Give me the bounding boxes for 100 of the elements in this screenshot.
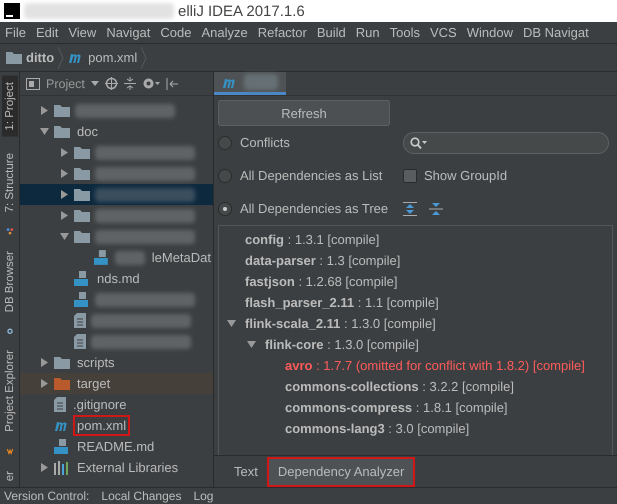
library-bars-icon [54, 460, 70, 474]
dependency-label[interactable]: commons-collections : 3.2.2 [compile] [285, 379, 514, 394]
expand-arrow-icon[interactable] [40, 106, 49, 115]
menu-item[interactable]: View [63, 25, 102, 40]
expand-arrow-icon[interactable] [60, 148, 69, 157]
dependency-label[interactable]: flink-scala_2.11 : 1.3.0 [compile] [245, 316, 436, 331]
collapse-all-icon[interactable] [429, 202, 443, 216]
tree-row[interactable]: leMetaDat [20, 247, 213, 268]
radio-label: All Dependencies as List [240, 168, 382, 183]
tree-item-label: External Libraries [76, 459, 180, 476]
tree-row[interactable]: External Libraries [20, 457, 213, 478]
menu-item[interactable]: Code [155, 25, 196, 40]
radio-button[interactable] [218, 136, 232, 150]
folder-icon [74, 209, 90, 222]
folder-icon [74, 230, 90, 243]
tree-row[interactable]: nds.md [20, 268, 213, 289]
collapse-arrow-icon[interactable] [40, 127, 49, 136]
status-bar-item[interactable]: Log [189, 489, 222, 503]
chevron-icon [141, 46, 148, 68]
hide-panel-icon[interactable] [166, 78, 178, 90]
menu-item[interactable]: Refactor [252, 25, 312, 40]
expand-arrow-icon[interactable] [60, 211, 69, 220]
menu-item[interactable]: VCS [425, 25, 462, 40]
text-file-icon [74, 313, 86, 328]
tree-item-label: README.md [76, 438, 156, 455]
menu-item[interactable]: Edit [30, 25, 64, 40]
project-view-icon [26, 78, 40, 90]
expand-arrow-icon[interactable] [40, 463, 49, 472]
mode-radio[interactable]: All Dependencies as List [218, 168, 403, 183]
folder-icon [54, 125, 70, 138]
expand-arrow-icon[interactable] [40, 379, 49, 388]
expand-arrow-icon[interactable] [60, 190, 69, 199]
settings-icon[interactable] [142, 77, 160, 90]
editor-view-tab[interactable]: Dependency Analyzer [268, 458, 414, 486]
markdown-file-icon [94, 250, 110, 265]
tree-row[interactable]: .gitignore [20, 394, 213, 415]
menu-item[interactable]: File [0, 25, 31, 40]
radio-button[interactable] [218, 202, 232, 216]
dependency-label[interactable]: data-parser : 1.3 [compile] [245, 253, 400, 268]
expand-all-icon[interactable] [403, 202, 417, 216]
menu-item[interactable]: Window [462, 25, 518, 40]
tree-row[interactable] [20, 184, 213, 205]
tree-item-label: pom.xml [75, 417, 128, 434]
collapse-arrow-icon[interactable] [227, 319, 236, 328]
tree-item-label: .gitignore [72, 396, 128, 413]
refresh-button[interactable]: Refresh [218, 100, 390, 126]
menu-item[interactable]: Analyze [196, 25, 253, 40]
search-icon [410, 136, 428, 148]
tree-row[interactable]: README.md [20, 436, 213, 457]
folder-icon [54, 356, 70, 369]
dependency-label[interactable]: commons-compress : 1.8.1 [compile] [285, 400, 508, 415]
collapse-arrow-icon[interactable] [60, 232, 69, 241]
json-file-icon [74, 292, 90, 307]
dependency-label[interactable]: avro : 1.7.7 (omitted for conflict with 1.8.2) [compile] [285, 358, 585, 373]
folder-icon [54, 377, 70, 390]
editor-file-tab[interactable] [214, 72, 286, 95]
dependency-label[interactable]: flink-core : 1.3.0 [compile] [265, 337, 419, 352]
breadcrumb-item[interactable]: ditto [26, 50, 54, 65]
folder-icon [74, 188, 90, 201]
tree-row[interactable]: target [20, 373, 213, 394]
crosshair-icon[interactable] [104, 77, 118, 90]
side-tab[interactable]: DB Browser [2, 244, 18, 318]
tree-item-label: target [76, 375, 112, 392]
group-id-checkbox[interactable]: Show GroupId [403, 168, 508, 183]
collapse-arrow-icon[interactable] [247, 340, 256, 349]
tree-row[interactable]: scripts [20, 352, 213, 373]
side-tab[interactable]: 1: Project [2, 76, 18, 137]
side-tab[interactable]: Project Explorer [2, 344, 18, 438]
view-selector[interactable]: Project [46, 76, 85, 90]
status-bar-item[interactable]: Local Changes [97, 489, 190, 503]
tree-row[interactable]: doc [20, 121, 213, 142]
text-file-icon [74, 334, 86, 349]
folder-icon [74, 146, 90, 159]
expand-arrow-icon[interactable] [40, 358, 49, 367]
dependency-label[interactable]: config : 1.3.1 [compile] [245, 232, 380, 247]
menu-item[interactable]: Build [312, 25, 351, 40]
editor-view-tab[interactable]: Text [224, 458, 268, 486]
checkbox[interactable] [403, 168, 417, 182]
mode-radio[interactable]: Conflicts [218, 135, 403, 150]
breadcrumb-item[interactable]: pom.xml [88, 50, 138, 65]
side-tab[interactable]: 7: Structure [2, 146, 18, 218]
menu-item[interactable]: Navigat [101, 25, 156, 40]
caret-icon[interactable] [90, 81, 99, 86]
radio-button[interactable] [218, 168, 232, 182]
checkbox-label: Show GroupId [424, 168, 508, 183]
dependency-label[interactable]: fastjson : 1.2.68 [compile] [245, 274, 398, 289]
search-field[interactable] [403, 132, 609, 154]
expand-arrow-icon[interactable] [60, 169, 69, 178]
collapse-all-icon[interactable] [124, 77, 136, 90]
app-logo-icon [4, 3, 20, 19]
text-file-icon [54, 397, 66, 412]
mode-radio[interactable]: All Dependencies as Tree [218, 201, 403, 216]
tree-item-label: doc [76, 123, 99, 140]
side-tab[interactable]: er [2, 464, 18, 487]
dependency-label[interactable]: flash_parser_2.11 : 1.1 [compile] [245, 295, 439, 310]
dependency-label[interactable]: commons-lang3 : 3.0 [compile] [285, 421, 470, 436]
menu-item[interactable]: DB Navigat [518, 25, 594, 40]
menu-item[interactable]: Run [350, 25, 385, 40]
menu-item[interactable]: Tools [384, 25, 425, 40]
tree-row[interactable]: pom.xml [20, 415, 213, 436]
